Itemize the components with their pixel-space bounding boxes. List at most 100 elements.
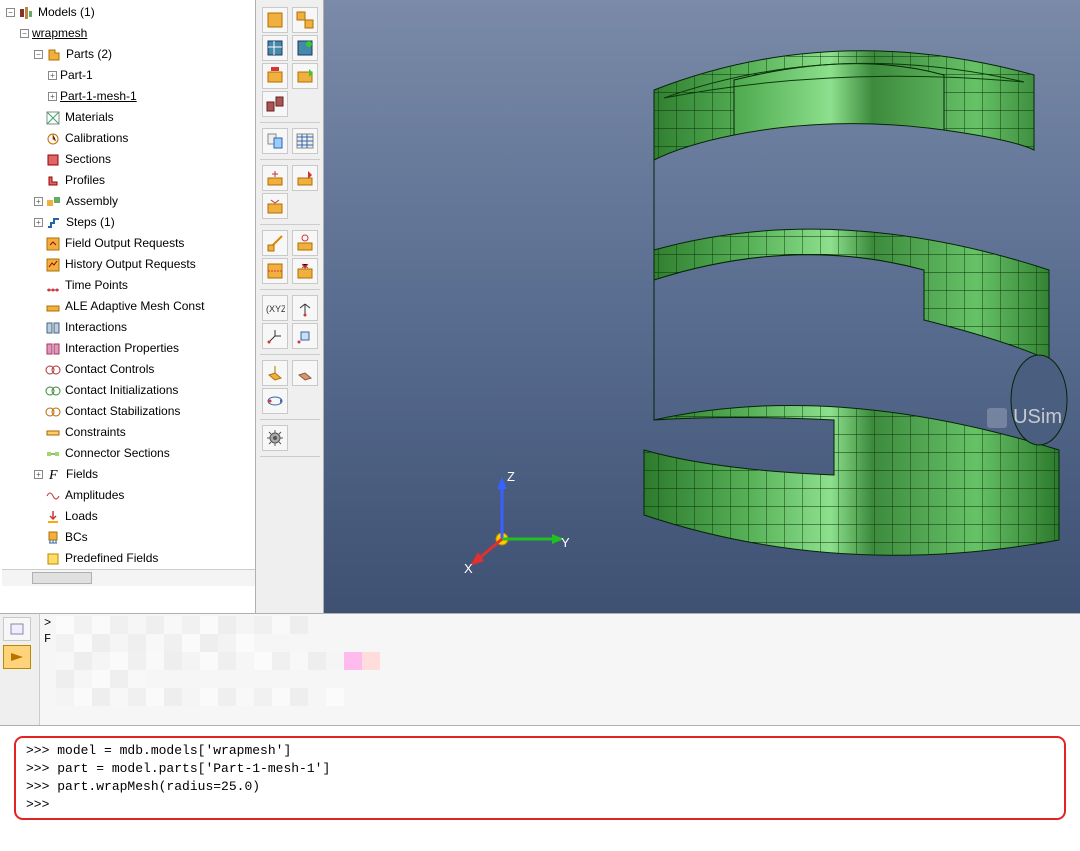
tool-part-attributes[interactable] [262, 35, 288, 61]
module-toolbox: (XYZ) [256, 0, 324, 614]
history-output-icon [45, 257, 61, 273]
tree-item-interactions[interactable]: Interactions [34, 317, 255, 338]
tree-item-contact-stab[interactable]: Contact Stabilizations [34, 401, 255, 422]
interaction-props-icon [45, 341, 61, 357]
svg-text:F: F [48, 468, 58, 483]
tree-item-part-1[interactable]: + Part-1 [48, 65, 255, 86]
python-cli[interactable]: >>> model = mdb.models['wrapmesh'] >>> p… [0, 726, 1080, 851]
predef-icon [45, 551, 61, 567]
viewport-3d[interactable]: Z Y X USim [324, 0, 1080, 614]
tool-partition-face[interactable] [262, 230, 288, 256]
tool-part-1[interactable] [262, 63, 288, 89]
tree-item-interaction-props[interactable]: Interaction Properties [34, 338, 255, 359]
message-line-prefix: > [44, 616, 51, 630]
expander-icon[interactable]: − [34, 50, 43, 59]
tool-partition-edge[interactable] [292, 230, 318, 256]
tree-item-calibrations[interactable]: Calibrations [34, 128, 255, 149]
tree-model-wrapmesh[interactable]: − wrapmesh [20, 23, 255, 44]
constraints-icon [45, 425, 61, 441]
tool-wire[interactable] [292, 360, 318, 386]
tree-item-history-output[interactable]: History Output Requests [34, 254, 255, 275]
tool-csys-edit[interactable] [262, 323, 288, 349]
tool-rotate-view[interactable] [262, 388, 288, 414]
highlighted-code-block: >>> model = mdb.models['wrapmesh'] >>> p… [14, 736, 1066, 820]
tree-item-predef[interactable]: Predefined Fields [34, 548, 255, 569]
tree-item-fields[interactable]: +FFields [34, 464, 255, 485]
tree-item-bcs[interactable]: BCs [34, 527, 255, 548]
tool-color-code[interactable] [262, 360, 288, 386]
expander-icon[interactable]: − [6, 8, 15, 17]
contact-init-icon [45, 383, 61, 399]
expander-icon[interactable]: − [20, 29, 29, 38]
model-tree-panel: − Models (1) − wrapmesh [0, 0, 256, 614]
tree-label: Contact Initializations [65, 380, 178, 401]
message-filter-warning[interactable] [3, 645, 31, 669]
tree-item-parts[interactable]: − Parts (2) [34, 44, 255, 65]
loads-icon [45, 509, 61, 525]
expander-icon[interactable]: + [34, 218, 43, 227]
cli-line: >>> part = model.parts['Part-1-mesh-1'] [26, 760, 1054, 778]
tool-part-display[interactable] [292, 35, 318, 61]
tree-label: Time Points [65, 275, 128, 296]
models-icon [18, 5, 34, 21]
tool-datum-axis[interactable] [292, 165, 318, 191]
tree-label: Materials [65, 107, 114, 128]
message-log[interactable]: > F [40, 614, 1080, 725]
tool-datum-plane[interactable] [262, 165, 288, 191]
tree-root-models[interactable]: − Models (1) [6, 2, 255, 23]
tool-xyz-label[interactable]: (XYZ) [262, 295, 288, 321]
tree-item-time-points[interactable]: Time Points [34, 275, 255, 296]
tree-item-sections[interactable]: Sections [34, 149, 255, 170]
tree-horizontal-scrollbar[interactable] [2, 569, 255, 586]
expander-icon[interactable]: + [34, 470, 43, 479]
tool-csys-pick[interactable] [292, 295, 318, 321]
tree-item-ale[interactable]: ALE Adaptive Mesh Const [34, 296, 255, 317]
tree-label: Assembly [66, 191, 118, 212]
calibrations-icon [45, 131, 61, 147]
tree-item-materials[interactable]: Materials [34, 107, 255, 128]
tool-settings[interactable] [262, 425, 288, 451]
bcs-icon [45, 530, 61, 546]
tree-item-connector[interactable]: Connector Sections [34, 443, 255, 464]
tree-item-contact-init[interactable]: Contact Initializations [34, 380, 255, 401]
tool-create-part[interactable] [262, 7, 288, 33]
tree-item-profiles[interactable]: Profiles [34, 170, 255, 191]
tree-item-contact-controls[interactable]: Contact Controls [34, 359, 255, 380]
expander-icon[interactable]: + [34, 197, 43, 206]
tree-item-loads[interactable]: Loads [34, 506, 255, 527]
tree-label: Interaction Properties [65, 338, 179, 359]
tree-label: Field Output Requests [65, 233, 184, 254]
cli-line: >>> [26, 796, 1054, 814]
tool-part-2[interactable] [292, 63, 318, 89]
tool-partition-cut[interactable] [292, 258, 318, 284]
tree-label: Sections [65, 149, 111, 170]
message-filter-info[interactable] [3, 617, 31, 641]
tree-item-steps[interactable]: +Steps (1) [34, 212, 255, 233]
watermark: USim [987, 406, 1062, 429]
tree-item-constraints[interactable]: Constraints [34, 422, 255, 443]
tree-label: BCs [65, 527, 88, 548]
materials-icon [45, 110, 61, 126]
tool-part-manager[interactable] [292, 7, 318, 33]
tree-label: Predefined Fields [65, 548, 158, 569]
tree-item-assembly[interactable]: + Assembly [34, 191, 255, 212]
coordinate-triad: Z Y X [464, 465, 574, 575]
tree-item-amplitudes[interactable]: Amplitudes [34, 485, 255, 506]
sections-icon [45, 152, 61, 168]
svg-text:(XYZ): (XYZ) [266, 304, 285, 314]
tree-label: Contact Controls [65, 359, 154, 380]
tree-item-field-output[interactable]: Field Output Requests [34, 233, 255, 254]
tool-csys-point[interactable] [292, 323, 318, 349]
tool-datum-csys[interactable] [262, 193, 288, 219]
time-points-icon [45, 278, 61, 294]
expander-icon[interactable]: + [48, 71, 57, 80]
message-line-prefix: F [44, 632, 51, 646]
tool-query[interactable] [262, 128, 288, 154]
tree-item-part-1-mesh-1[interactable]: + Part-1-mesh-1 [48, 86, 255, 107]
expander-icon[interactable]: + [48, 92, 57, 101]
tool-reference[interactable] [292, 128, 318, 154]
watermark-icon [987, 408, 1007, 428]
tool-part-assembly[interactable] [262, 91, 288, 117]
tree-label: Parts (2) [66, 44, 112, 65]
tool-partition-cell[interactable] [262, 258, 288, 284]
